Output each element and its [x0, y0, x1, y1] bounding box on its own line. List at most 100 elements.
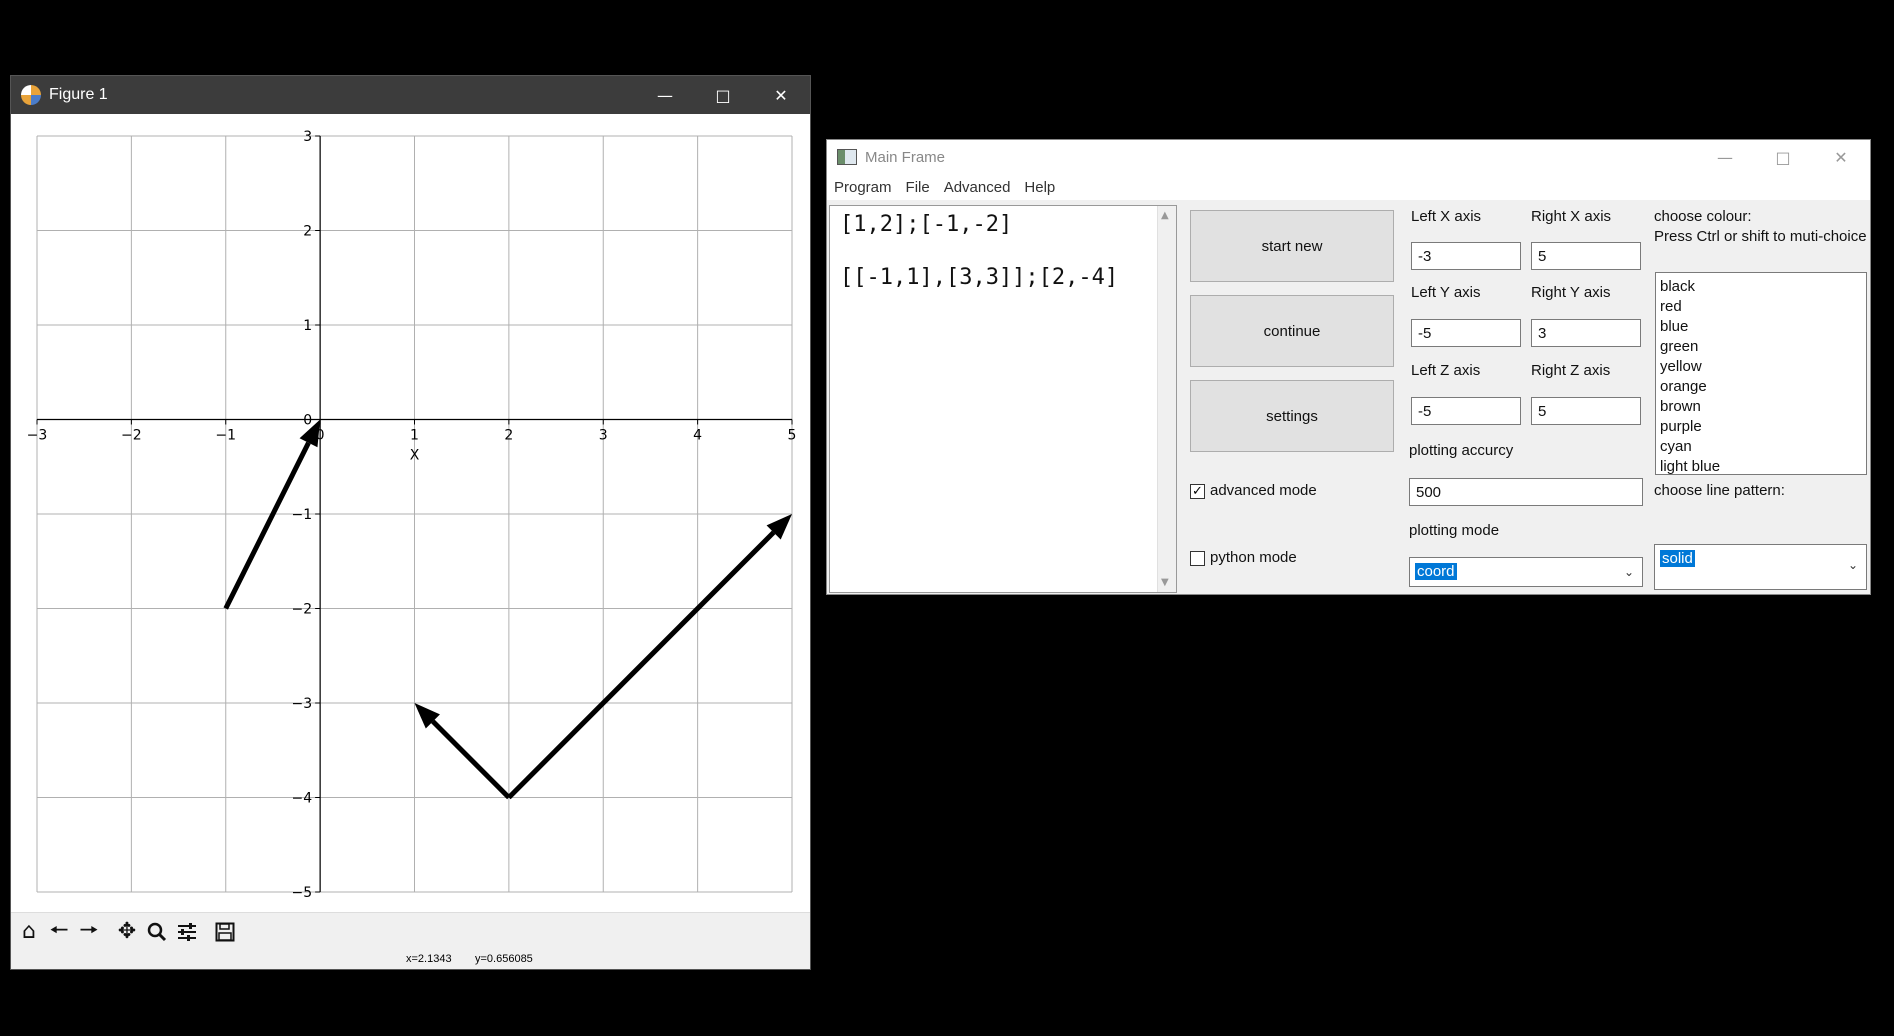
plotting-accuracy-input[interactable] [1409, 478, 1643, 506]
minimize-icon: — [657, 85, 673, 105]
python-mode-label: python mode [1210, 549, 1297, 566]
forward-button[interactable]: 🠖 [75, 917, 103, 947]
left-z-axis-input[interactable] [1411, 397, 1521, 425]
x-tick-label: 3 [599, 428, 608, 444]
x-tick-label: −1 [215, 428, 236, 444]
menu-file[interactable]: File [906, 179, 930, 196]
y-tick-label: 3 [303, 129, 312, 145]
x-tick-label: 2 [504, 428, 513, 444]
main-maximize-button[interactable]: □ [1754, 140, 1812, 174]
y-tick-label: −4 [291, 791, 312, 807]
settings-button[interactable]: settings [1190, 380, 1394, 452]
right-z-axis-input[interactable] [1531, 397, 1641, 425]
input-editor[interactable]: [1,2];[-1,-2] [[-1,1],[3,3]];[2,-4] ▲ ▼ [829, 205, 1177, 593]
list-item[interactable]: brown [1656, 397, 1866, 417]
plotting-mode-label: plotting mode [1409, 522, 1500, 539]
x-tick-label: 4 [693, 428, 702, 444]
main-title: Main Frame [865, 148, 946, 166]
colour-hint-label: Press Ctrl or shift to muti-choice [1654, 228, 1867, 245]
left-y-axis-input[interactable] [1411, 319, 1521, 347]
matplotlib-icon [21, 85, 41, 105]
line-pattern-value: solid [1660, 550, 1695, 567]
y-tick-label: 1 [303, 318, 312, 334]
list-item[interactable]: cyan [1656, 437, 1866, 457]
line-pattern-label: choose line pattern: [1654, 482, 1785, 499]
save-button[interactable] [211, 917, 239, 947]
menu-program[interactable]: Program [834, 179, 892, 196]
list-item[interactable]: light blue [1656, 457, 1866, 477]
maximize-icon: □ [715, 85, 731, 105]
list-item[interactable]: black [1656, 277, 1866, 297]
plotting-mode-dropdown[interactable]: coord ⌄ [1409, 557, 1643, 587]
main-titlebar[interactable]: Main Frame — □ ✕ [827, 140, 1870, 174]
minimize-icon: — [1717, 147, 1733, 167]
menu-bar: Program File Advanced Help [827, 174, 1870, 200]
scroll-down-icon: ▼ [1161, 577, 1169, 588]
left-y-axis-label: Left Y axis [1411, 284, 1481, 301]
list-item[interactable]: green [1656, 337, 1866, 357]
menu-help[interactable]: Help [1024, 179, 1055, 196]
move-icon: ✥ [117, 919, 137, 944]
maximize-button[interactable]: □ [694, 76, 752, 114]
arrow-right-icon: 🠖 [79, 917, 99, 943]
floppy-disk-icon [215, 922, 235, 941]
sliders-icon [178, 922, 196, 941]
continue-button[interactable]: continue [1190, 295, 1394, 367]
start-new-button[interactable]: start new [1190, 210, 1394, 282]
plotting-accuracy-label: plotting accurcy [1409, 442, 1514, 459]
back-button[interactable]: 🠔 [45, 917, 73, 947]
pan-button[interactable]: ✥ [113, 917, 141, 947]
maximize-icon: □ [1775, 147, 1791, 167]
vector-arrow-shaft [507, 530, 776, 800]
vector-arrow-shaft [223, 441, 311, 610]
x-tick-label: −2 [121, 428, 142, 444]
checkmark-icon: ✓ [1192, 484, 1203, 499]
main-close-button[interactable]: ✕ [1812, 140, 1870, 174]
choose-colour-label: choose colour: [1654, 208, 1752, 225]
home-button[interactable]: ⌂ [15, 917, 43, 947]
chevron-down-icon: ⌄ [1623, 565, 1634, 579]
right-x-axis-label: Right X axis [1531, 208, 1612, 225]
close-icon: ✕ [774, 85, 788, 105]
right-z-axis-label: Right Z axis [1531, 362, 1611, 379]
list-item[interactable]: blue [1656, 317, 1866, 337]
plot-canvas[interactable]: −3 −2 −1 0 1 2 3 4 53210−1−2−3−4−5X [11, 114, 810, 912]
y-tick-label: −1 [291, 507, 312, 523]
right-y-axis-label: Right Y axis [1531, 284, 1611, 301]
y-tick-label: −3 [291, 696, 312, 712]
right-y-axis-input[interactable] [1531, 319, 1641, 347]
list-item[interactable]: orange [1656, 377, 1866, 397]
right-x-axis-input[interactable] [1531, 242, 1641, 270]
list-item[interactable]: red [1656, 297, 1866, 317]
chevron-down-icon: ⌄ [1847, 558, 1858, 572]
y-tick-label: −5 [291, 885, 312, 901]
left-x-axis-input[interactable] [1411, 242, 1521, 270]
list-item[interactable]: yellow [1656, 357, 1866, 377]
y-tick-label: −2 [291, 602, 312, 618]
plot-toolbar: ⌂ 🠔 🠖 ✥ [11, 912, 810, 950]
list-item[interactable]: purple [1656, 417, 1866, 437]
menu-advanced[interactable]: Advanced [944, 179, 1011, 196]
minimize-button[interactable]: — [636, 76, 694, 114]
y-tick-label: 2 [303, 224, 312, 240]
main-minimize-button[interactable]: — [1696, 140, 1754, 174]
zoom-button[interactable] [143, 917, 171, 947]
configure-subplots-button[interactable] [173, 917, 201, 947]
home-icon: ⌂ [22, 919, 36, 944]
plotting-mode-value: coord [1415, 563, 1457, 580]
advanced-mode-checkbox[interactable]: ✓ [1190, 484, 1205, 499]
y-tick-label: 0 [303, 413, 312, 429]
python-mode-checkbox[interactable] [1190, 551, 1205, 566]
editor-line-2: [[-1,1],[3,3]];[2,-4] [840, 265, 1119, 290]
status-x-coord: x=2.1343 [406, 953, 452, 965]
vector-arrow-shaft [431, 719, 511, 800]
close-icon: ✕ [1834, 147, 1848, 167]
magnifier-icon [147, 922, 167, 941]
figure-titlebar[interactable]: Figure 1 — □ ✕ [11, 76, 810, 114]
close-button[interactable]: ✕ [752, 76, 810, 114]
line-pattern-dropdown[interactable]: solid ⌄ [1654, 544, 1867, 590]
editor-scrollbar[interactable]: ▲ ▼ [1157, 206, 1176, 592]
colour-listbox[interactable]: black red blue green yellow orange brown… [1655, 272, 1867, 475]
left-x-axis-label: Left X axis [1411, 208, 1482, 225]
main-frame-window: Main Frame — □ ✕ Program File Advanced H… [826, 139, 1871, 595]
